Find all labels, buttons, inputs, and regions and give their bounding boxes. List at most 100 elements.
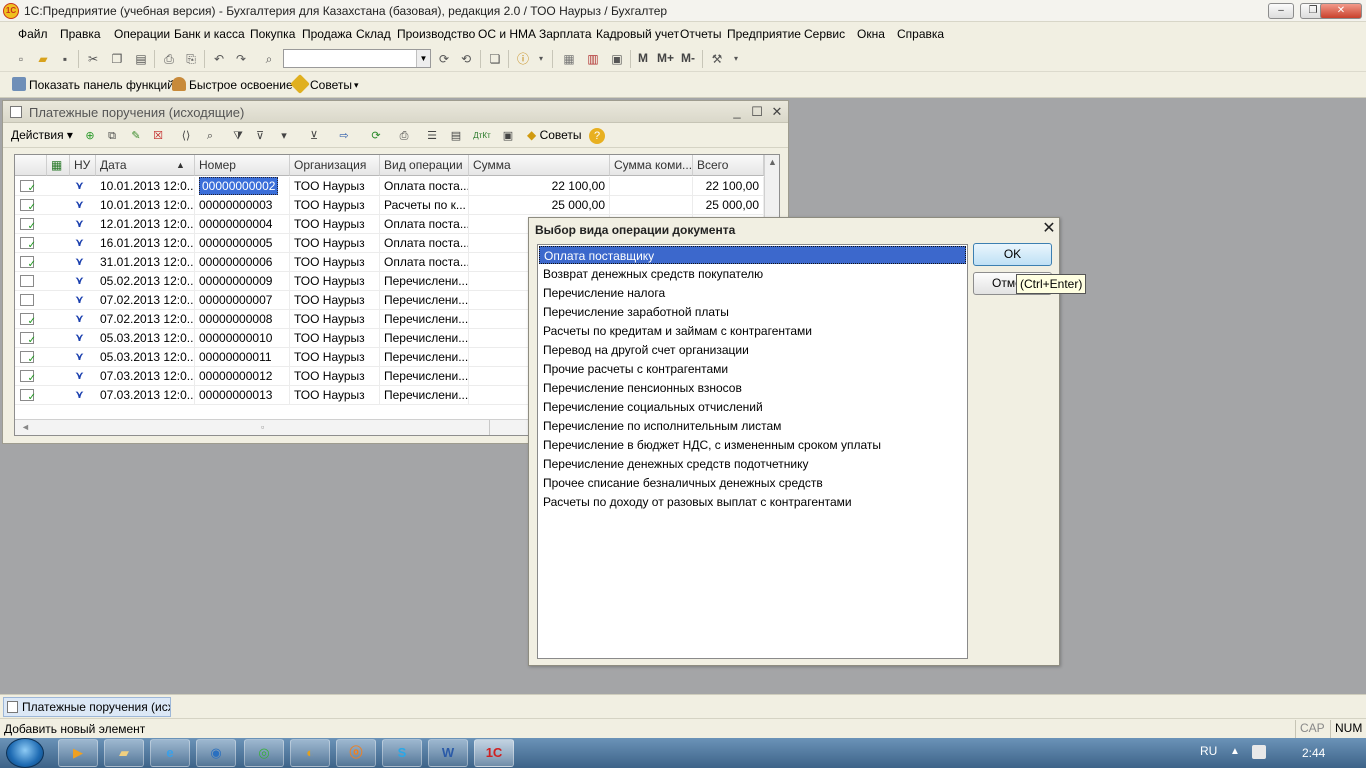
interval-icon[interactable]: ⟨⟩	[177, 127, 195, 145]
show-functions-panel-button[interactable]: Показать панель функций	[12, 77, 174, 92]
add-icon[interactable]: ⊕	[81, 127, 99, 145]
table-row[interactable]: ✓ ⋎ 10.01.2013 12:0... 00000000002 ТОО Науры…	[15, 177, 764, 196]
menu-production[interactable]: Производство	[397, 27, 475, 41]
menu-windows[interactable]: Окна	[857, 27, 885, 41]
operation-type-item[interactable]: Перечисление пенсионных взносов	[539, 379, 966, 397]
menu-warehouse[interactable]: Склад	[356, 27, 391, 41]
new-document-icon[interactable]: ▫	[12, 50, 30, 68]
col-commission[interactable]: Сумма коми...	[610, 155, 693, 176]
structure-icon[interactable]: ☰	[423, 127, 441, 145]
open-folder-icon[interactable]: ▰	[34, 50, 52, 68]
report-icon[interactable]: ▣	[499, 127, 517, 145]
window-tab-payment-orders[interactable]: Платежные поручения (исх...	[3, 697, 171, 717]
redo-icon[interactable]: ↷	[232, 50, 250, 68]
col-total[interactable]: Всего	[693, 155, 764, 176]
col-posted[interactable]: ▦	[47, 155, 70, 176]
paste-icon[interactable]: ▤	[132, 50, 150, 68]
undo-icon[interactable]: ↶	[210, 50, 228, 68]
help-icon[interactable]: ?	[589, 128, 605, 144]
network-icon[interactable]	[1252, 745, 1266, 759]
col-number[interactable]: Номер	[195, 155, 290, 176]
menu-operations[interactable]: Операции	[114, 27, 170, 41]
operation-type-item[interactable]: Перечисление социальных отчислений	[539, 398, 966, 416]
operation-type-item[interactable]: Расчеты по кредитам и займам с контраген…	[539, 322, 966, 340]
menu-assets[interactable]: ОС и НМА	[478, 27, 536, 41]
operation-type-item[interactable]: Прочие расчеты с контрагентами	[539, 360, 966, 378]
menu-salary[interactable]: Зарплата	[539, 27, 592, 41]
operation-type-item[interactable]: Прочее списание безналичных денежных сре…	[539, 474, 966, 492]
col-operation[interactable]: Вид операции	[380, 155, 469, 176]
child-minimize-button[interactable]: _	[729, 104, 745, 120]
search-icon[interactable]: ⌕	[260, 50, 278, 68]
menu-purchase[interactable]: Покупка	[250, 27, 295, 41]
toolbar-dropdown-icon[interactable]: ▾	[354, 80, 359, 91]
menu-reports[interactable]: Отчеты	[680, 27, 721, 41]
start-button[interactable]	[6, 738, 44, 768]
menu-sales[interactable]: Продажа	[302, 27, 352, 41]
close-button[interactable]: ✕	[1320, 3, 1362, 19]
debit-credit-icon[interactable]: ДтКт	[473, 127, 491, 145]
menu-service[interactable]: Сервис	[804, 27, 845, 41]
clock[interactable]: 2:44	[1302, 746, 1325, 760]
print-icon[interactable]: ⎙	[160, 50, 178, 68]
col-icon[interactable]	[15, 155, 47, 176]
operation-type-item[interactable]: Перевод на другой счет организации	[539, 341, 966, 359]
table-row[interactable]: ✓ ⋎ 10.01.2013 12:0... 00000000003 ТОО Науры…	[15, 196, 764, 215]
odnoklassniki-icon[interactable]: ⓞ	[336, 739, 376, 767]
tools-icon[interactable]: ⚒	[708, 50, 726, 68]
menu-hr[interactable]: Кадровый учет	[596, 27, 679, 41]
messenger-icon[interactable]: ◎	[244, 739, 284, 767]
quick-start-button[interactable]: Быстрое освоение	[172, 77, 293, 92]
dropdown-arrow-icon[interactable]: ▾	[532, 50, 550, 68]
windows-icon[interactable]: ❏	[486, 50, 504, 68]
dropdown-arrow-icon[interactable]: ▾	[727, 50, 745, 68]
memory-plus-button[interactable]: M+	[657, 51, 674, 65]
actions-menu[interactable]: Действия ▾	[11, 128, 73, 142]
memory-button[interactable]: M	[638, 51, 648, 65]
operation-type-item[interactable]: Перечисление по исполнительным листам	[539, 417, 966, 435]
filter-history-icon[interactable]: ▾	[275, 127, 293, 145]
1c-enterprise-icon[interactable]: 1С	[474, 739, 514, 767]
clear-filter-icon[interactable]: ⊻	[305, 127, 323, 145]
col-date[interactable]: Дата ▲	[96, 155, 195, 176]
menu-help[interactable]: Справка	[897, 27, 944, 41]
child-maximize-button[interactable]: ☐	[749, 104, 765, 120]
col-sum[interactable]: Сумма	[469, 155, 610, 176]
minimize-button[interactable]: ‒	[1268, 3, 1294, 19]
col-nu[interactable]: НУ	[70, 155, 96, 176]
filter-by-value-icon[interactable]: ⊽	[251, 127, 269, 145]
menu-file[interactable]: Файл	[18, 27, 48, 41]
tips-button[interactable]: Советы	[290, 74, 352, 94]
info-icon[interactable]: ⓘ	[514, 50, 532, 68]
copy-icon[interactable]: ❐	[108, 50, 126, 68]
tray-expand-icon[interactable]: ▲	[1230, 746, 1240, 757]
media-center-icon[interactable]: ◉	[196, 739, 236, 767]
menu-enterprise[interactable]: Предприятие	[727, 27, 801, 41]
skype-icon[interactable]: S	[382, 739, 422, 767]
clipboard-icon[interactable]: ▣	[608, 50, 626, 68]
memory-minus-button[interactable]: M-	[681, 51, 695, 65]
operation-type-item[interactable]: Перечисление денежных средств подотчетни…	[539, 455, 966, 473]
filter-icon[interactable]: ⧩	[229, 127, 247, 145]
ok-button[interactable]: OK	[973, 243, 1052, 266]
operation-type-item[interactable]: Оплата поставщику	[539, 246, 966, 264]
child-tips-button[interactable]: ◆ Советы	[527, 128, 582, 142]
menu-bank[interactable]: Банк и касса	[174, 27, 245, 41]
operation-type-item[interactable]: Перечисление в бюджет НДС, с измененным …	[539, 436, 966, 454]
search-next-icon[interactable]: ⟳	[435, 50, 453, 68]
child-close-button[interactable]: ✕	[769, 104, 785, 120]
col-org[interactable]: Организация	[290, 155, 380, 176]
dialog-close-icon[interactable]: ✕	[1041, 220, 1057, 238]
edit-icon[interactable]: ✎	[127, 127, 145, 145]
cut-icon[interactable]: ✂	[84, 50, 102, 68]
delete-icon[interactable]: ☒	[149, 127, 167, 145]
language-indicator[interactable]: RU	[1200, 744, 1217, 758]
search-input[interactable]: ▼	[283, 49, 431, 68]
list-settings-icon[interactable]: ▤	[447, 127, 465, 145]
print-list-icon[interactable]: ⎙	[395, 127, 413, 145]
refresh-icon[interactable]: ⟳	[367, 127, 385, 145]
enter-based-icon[interactable]: ⇨	[335, 127, 353, 145]
calendar-icon[interactable]: ▥	[584, 50, 602, 68]
chevron-down-icon[interactable]: ▼	[416, 50, 430, 67]
find-icon[interactable]: ⌕	[201, 127, 219, 145]
